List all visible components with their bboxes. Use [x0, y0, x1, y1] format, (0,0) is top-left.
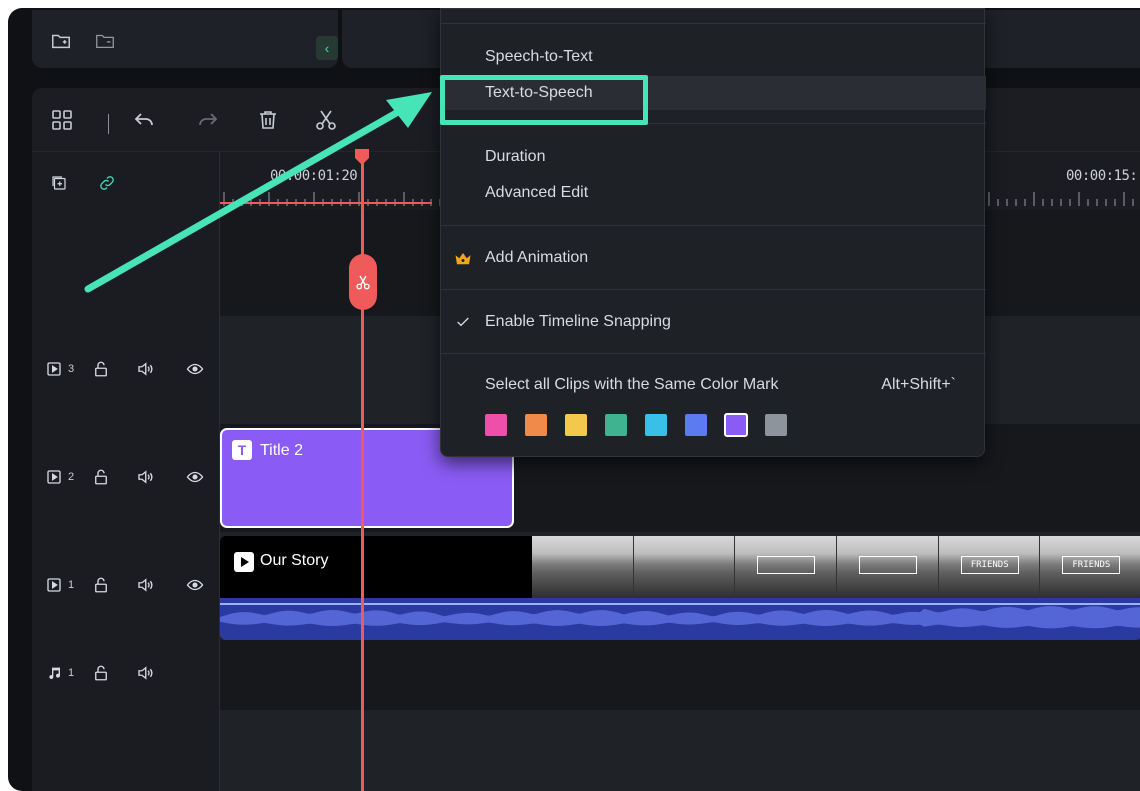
empty-lane	[220, 710, 1140, 791]
menu-item-duration[interactable]: Duration	[441, 140, 986, 174]
text-icon: T	[232, 440, 252, 460]
music-note-icon	[46, 665, 64, 683]
frame-overlay	[859, 556, 918, 574]
layout-icon[interactable]	[50, 108, 74, 132]
ruler-timecode: 00:00:15:	[1066, 168, 1138, 184]
thumbnail-frame	[837, 536, 939, 598]
menu-item-advanced-edit[interactable]: Advanced Edit	[441, 176, 986, 210]
eye-icon[interactable]	[186, 468, 204, 486]
undo-icon[interactable]	[132, 108, 156, 132]
clip-label: Our Story	[260, 552, 329, 569]
menu-item-label: Enable Timeline Snapping	[485, 313, 671, 330]
track-number: 1	[68, 667, 75, 679]
lock-icon[interactable]	[92, 360, 110, 378]
menu-divider	[441, 353, 986, 354]
speaker-icon[interactable]	[136, 664, 154, 682]
color-swatch[interactable]	[525, 414, 547, 436]
audio-waveform	[220, 598, 1140, 640]
redo-icon[interactable]	[196, 108, 220, 132]
eye-icon[interactable]	[186, 576, 204, 594]
color-swatch[interactable]	[485, 414, 507, 436]
split-button[interactable]	[349, 254, 377, 310]
speaker-icon[interactable]	[136, 468, 154, 486]
speaker-icon[interactable]	[136, 576, 154, 594]
clip-black-segment: Our Story	[220, 536, 532, 598]
menu-item-label: Speech-to-Text	[485, 48, 593, 65]
track-header-v1: 1	[32, 574, 220, 598]
frame-text: FRIENDS	[960, 556, 1019, 574]
menu-item-label: Select all Clips with the Same Color Mar…	[485, 376, 779, 393]
menu-divider	[441, 289, 986, 290]
lock-icon[interactable]	[92, 468, 110, 486]
color-swatch[interactable]	[565, 414, 587, 436]
menu-divider	[441, 23, 986, 24]
menu-item-add-animation[interactable]: Add Animation	[441, 241, 986, 275]
lane-a1[interactable]	[220, 640, 1140, 710]
track-number: 1	[68, 579, 75, 591]
color-swatch[interactable]	[605, 414, 627, 436]
clip-label: Title 2	[260, 442, 303, 459]
thumbnail-frame: FRIENDS	[1040, 536, 1140, 598]
scissors-icon	[356, 275, 370, 290]
track-headers: 3 2 1 1	[32, 152, 220, 791]
menu-divider	[441, 225, 986, 226]
playhead[interactable]	[361, 158, 364, 791]
menu-item-label: Duration	[485, 148, 546, 165]
collapse-panel-button[interactable]: ‹	[316, 36, 338, 60]
frame-overlay	[757, 556, 816, 574]
new-folder-icon[interactable]	[50, 30, 72, 52]
menu-item-enable-timeline-snapping[interactable]: Enable Timeline Snapping	[441, 305, 986, 339]
folder-icon[interactable]	[94, 30, 116, 52]
track-header-a1: 1	[32, 662, 220, 686]
color-swatch[interactable]	[765, 414, 787, 436]
delete-icon[interactable]	[256, 108, 280, 132]
crown-icon	[455, 253, 471, 265]
video-track-icon	[46, 577, 64, 595]
lock-icon[interactable]	[92, 576, 110, 594]
color-swatch[interactable]	[645, 414, 667, 436]
track-header-v2: 2	[32, 466, 220, 490]
editor-window: ‹ 3 2 1 1 00:00:01:20 00:00:15: T Title …	[8, 8, 1140, 791]
track-number: 3	[68, 363, 75, 375]
waveform	[220, 603, 1140, 629]
video-track-icon	[46, 469, 64, 487]
track-number: 2	[68, 471, 75, 483]
track-header-v3: 3	[32, 358, 220, 382]
add-track-icon[interactable]	[50, 174, 68, 192]
video-track-icon	[46, 361, 64, 379]
menu-item-speech-to-text[interactable]: Speech-to-Text	[441, 40, 986, 74]
eye-icon[interactable]	[186, 360, 204, 378]
frame-text: FRIENDS	[1062, 556, 1121, 574]
color-swatch[interactable]	[724, 413, 748, 437]
annotation-highlight	[440, 75, 648, 125]
link-icon[interactable]	[98, 174, 116, 192]
thumbnail-frame	[633, 536, 736, 598]
thumbnail-frame	[532, 536, 634, 598]
playhead-handle[interactable]	[353, 148, 371, 166]
clip-thumbnails: FRIENDS FRIENDS	[532, 536, 1140, 598]
menu-item-select-same-color[interactable]: Select all Clips with the Same Color Mar…	[441, 368, 986, 402]
lock-icon[interactable]	[92, 664, 110, 682]
speaker-icon[interactable]	[136, 360, 154, 378]
shortcut-label: Alt+Shift+`	[881, 376, 956, 393]
play-icon	[234, 552, 254, 572]
checkmark-icon	[457, 317, 469, 327]
color-swatch[interactable]	[685, 414, 707, 436]
menu-item-label: Advanced Edit	[485, 184, 589, 201]
video-clip[interactable]: Our Story FRIENDS FRIENDS	[220, 536, 1140, 640]
thumbnail-frame	[735, 536, 838, 598]
ruler-timecode: 00:00:01:20	[270, 168, 358, 184]
toolbar-divider	[108, 114, 109, 134]
media-panel-header: ‹	[32, 10, 338, 68]
color-mark-swatches	[485, 413, 787, 437]
cut-icon[interactable]	[314, 108, 338, 132]
menu-item-label: Add Animation	[485, 249, 589, 266]
ruler-played-range	[220, 202, 432, 204]
thumbnail-frame: FRIENDS	[938, 536, 1041, 598]
